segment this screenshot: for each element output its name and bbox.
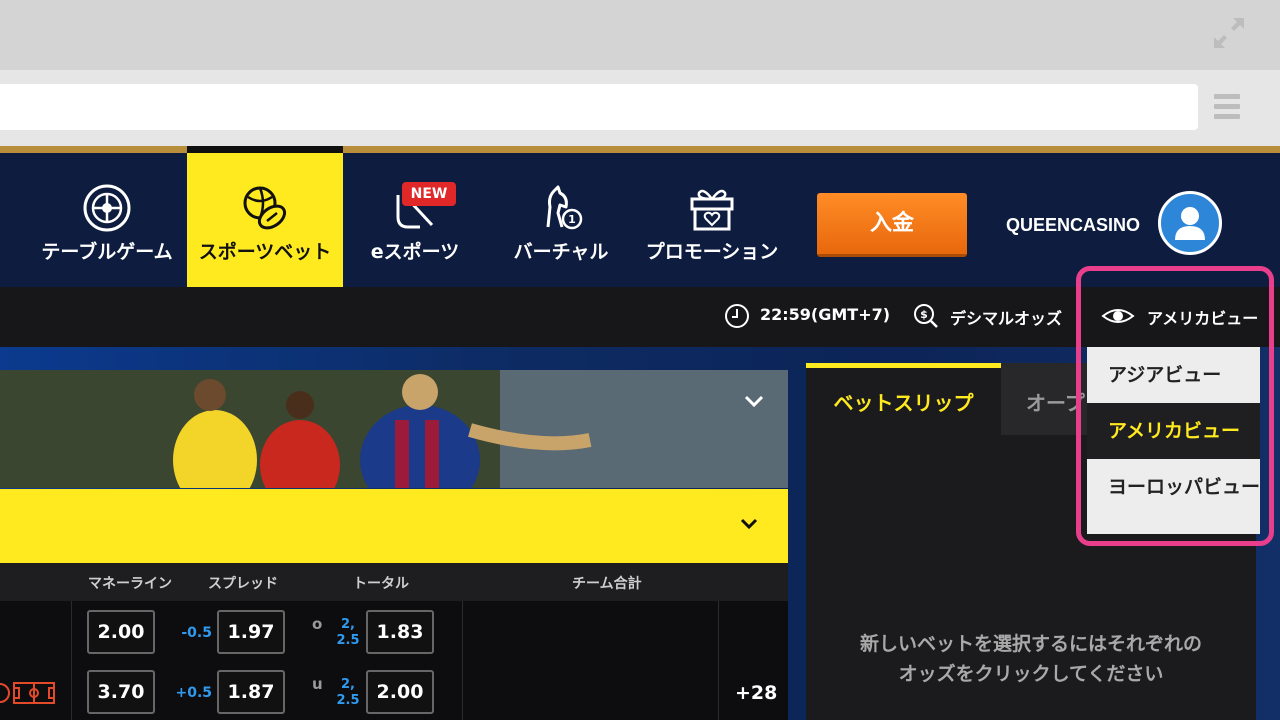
roulette-icon: [83, 184, 131, 232]
chevron-down-icon[interactable]: [740, 517, 758, 531]
nav-label: プロモーション: [645, 241, 779, 263]
nav-label: eスポーツ: [370, 241, 460, 263]
header-team-total: チーム合計: [572, 576, 642, 592]
nav-item-promotion[interactable]: プロモーション: [634, 153, 790, 287]
deposit-button[interactable]: 入金: [817, 193, 967, 257]
nav-item-esports[interactable]: eスポーツ: [337, 153, 493, 287]
team-column: [0, 601, 72, 720]
hero-banner: [0, 370, 788, 488]
odds-table-body: 2.00 -0.5 1.97 o 2, 2.5 1.83 3.70 +0.5 1.…: [0, 601, 788, 720]
total-odds-button[interactable]: 1.83: [366, 610, 434, 654]
hamburger-menu-icon[interactable]: [1214, 94, 1240, 120]
url-input[interactable]: [0, 84, 1198, 130]
betslip-empty-message: 新しいベットを選択するにはそれぞれの オッズをクリックしてください: [859, 633, 1202, 685]
address-bar-area: [0, 70, 1280, 146]
header-moneyline: マネーライン: [88, 576, 172, 592]
under-label: u: [312, 675, 323, 693]
annotation-highlight: [1076, 266, 1274, 546]
spread-line: -0.5: [181, 625, 212, 641]
more-markets-link[interactable]: +28: [735, 682, 777, 704]
odds-format-icon: $: [914, 304, 938, 328]
user-avatar-icon[interactable]: [1158, 191, 1222, 255]
username-label: QUEENCASINO: [1006, 215, 1141, 235]
moneyline-odds-button[interactable]: 2.00: [87, 610, 155, 654]
clock-time: 22:59(GMT+7): [760, 305, 891, 324]
nav-item-virtual[interactable]: 1 バーチャル: [483, 153, 639, 287]
header-total: トータル: [353, 576, 409, 592]
nav-label: テーブルゲーム: [41, 241, 173, 263]
spread-odds-button[interactable]: 1.97: [217, 610, 285, 654]
nav-item-table-games[interactable]: テーブルゲーム: [29, 153, 185, 287]
svg-text:1: 1: [568, 213, 576, 226]
odds-table-header: マネーライン スプレッド トータル チーム合計: [0, 563, 788, 601]
clock-icon: [725, 304, 749, 328]
header-spread: スプレッド: [208, 576, 278, 592]
column-divider: [462, 601, 463, 720]
gift-icon: [690, 189, 734, 231]
chevron-down-icon[interactable]: [744, 394, 764, 408]
virtual-horse-icon: 1: [546, 185, 583, 230]
over-label: o: [312, 615, 323, 633]
total-line: 2, 2.5: [336, 617, 360, 648]
tab-betslip[interactable]: ベットスリップ: [806, 363, 1001, 435]
soccer-field-icon: [0, 682, 55, 704]
column-divider: [718, 601, 719, 720]
odds-format-selector[interactable]: デシマルオッズ: [950, 305, 1062, 329]
moneyline-odds-button[interactable]: 3.70: [87, 670, 155, 714]
league-header-bar[interactable]: [0, 489, 788, 563]
expand-icon[interactable]: [1214, 18, 1244, 48]
nav-item-sports-bet[interactable]: スポーツベット: [187, 146, 343, 287]
nav-label: バーチャル: [513, 241, 609, 263]
spread-odds-button[interactable]: 1.87: [217, 670, 285, 714]
nav-label: スポーツベット: [198, 241, 332, 263]
spread-line: +0.5: [175, 685, 212, 701]
hero-players-image: [0, 370, 788, 488]
browser-titlebar: [0, 0, 1280, 70]
new-badge: NEW: [402, 182, 456, 206]
total-line: 2, 2.5: [336, 677, 360, 708]
sports-balls-icon: [243, 186, 287, 230]
total-odds-button[interactable]: 2.00: [366, 670, 434, 714]
svg-text:$: $: [920, 308, 928, 321]
